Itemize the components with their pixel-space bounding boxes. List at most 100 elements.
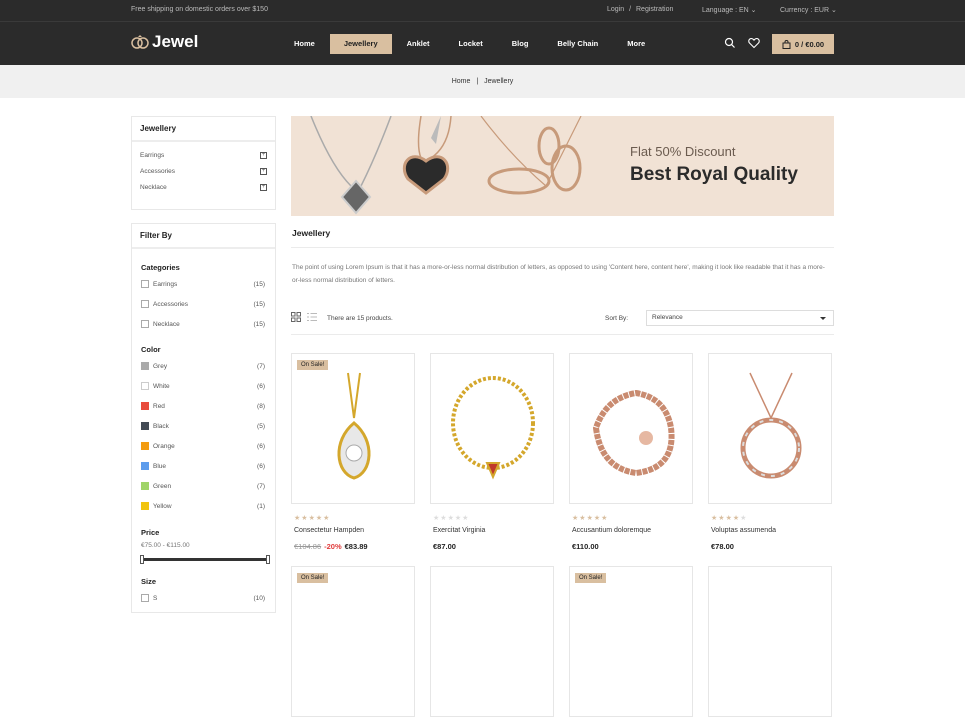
banner-title: Best Royal Quality [630,164,798,185]
price-range: €75.00 - €115.00 [141,542,190,549]
nav-locket[interactable]: Locket [445,34,497,54]
nav-more[interactable]: More [613,34,659,54]
filter-color-black[interactable]: Black (5) [141,422,265,434]
current-price: €110.00 [572,542,599,551]
shopping-bag-icon [782,39,791,49]
slider-handle-max[interactable] [266,555,270,564]
filter-color-yellow[interactable]: Yellow (1) [141,502,265,514]
star-icon: ★ [725,515,733,522]
sale-badge: On Sale! [575,573,607,583]
color-swatch [141,362,149,371]
color-swatch [141,402,149,411]
site-logo[interactable]: Jewel [130,32,198,52]
filter-color-white[interactable]: White (6) [141,382,265,394]
product-card[interactable] [569,353,693,504]
size-heading: Size [141,577,157,586]
old-price: €104.86 [294,542,322,551]
product-name[interactable]: Exercitat Virginia [433,527,485,534]
product-name[interactable]: Consectetur Hampden [294,527,364,534]
nav-jewellery[interactable]: Jewellery [329,34,392,54]
categories-heading: Categories [141,263,180,272]
caret-down-icon [820,317,826,320]
rating-stars: ★★★★★ [711,514,747,522]
product-card[interactable]: On Sale! [291,353,415,504]
product-card[interactable] [708,353,832,504]
cart-button[interactable]: 0 / €0.00 [772,34,834,54]
filter-color-orange[interactable]: Orange (6) [141,442,265,454]
promo-banner[interactable]: Flat 50% Discount Best Royal Quality [291,116,834,216]
product-name[interactable]: Accusantium doloremque [572,527,651,534]
filter-necklace[interactable]: Necklace (15) [141,320,265,332]
chevron-down-icon: ⌄ [750,7,757,14]
category-item[interactable]: Earrings + [140,148,267,164]
category-block-title: Jewellery [132,117,275,142]
checkbox [141,280,149,289]
product-card[interactable] [430,566,554,717]
star-icon: ★ [586,515,594,522]
price-slider[interactable] [140,555,270,564]
product-image[interactable] [437,368,549,480]
nav-belly-chain[interactable]: Belly Chain [543,34,612,54]
product-count: There are 15 products. [327,315,393,322]
filter-earrings[interactable]: Earrings (15) [141,280,265,292]
discount-label: -20% [324,542,342,551]
product-image[interactable] [576,368,688,480]
star-icon: ★ [740,515,748,522]
price-heading: Price [141,528,160,537]
product-image[interactable] [715,368,827,480]
product-card[interactable]: On Sale! [569,566,693,717]
expand-icon: + [260,168,267,175]
star-icon: ★ [447,515,455,522]
category-item[interactable]: Accessories + [140,164,267,180]
product-image[interactable] [298,368,410,480]
star-icon: ★ [323,515,331,522]
color-swatch [141,462,149,471]
expand-icon: + [260,152,267,159]
filter-color-red[interactable]: Red (8) [141,402,265,414]
grid-view-icon[interactable] [291,312,301,322]
category-item[interactable]: Necklace + [140,180,267,196]
rating-stars: ★★★★★ [433,514,469,522]
product-card[interactable]: On Sale! [291,566,415,717]
product-card[interactable] [708,566,832,717]
current-price: €78.00 [711,542,734,551]
filter-color-grey[interactable]: Grey (7) [141,362,265,374]
breadcrumb-current: Jewellery [484,78,514,85]
star-icon: ★ [462,515,470,522]
slider-handle-min[interactable] [140,555,144,564]
login-link[interactable]: Login [607,6,624,13]
filter-accessories[interactable]: Accessories (15) [141,300,265,312]
star-icon: ★ [601,515,609,522]
nav-home[interactable]: Home [280,34,329,54]
checkbox [141,594,149,603]
product-card[interactable] [430,353,554,504]
language-selector[interactable]: Language : EN ⌄ [702,6,757,14]
main-header: Jewel Home Jewellery Anklet Locket Blog … [0,21,965,65]
sale-badge: On Sale! [297,573,329,583]
product-price: €87.00 [433,542,456,551]
nav-blog[interactable]: Blog [498,34,543,54]
registration-link[interactable]: Registration [636,6,673,13]
star-icon: ★ [301,515,309,522]
currency-selector[interactable]: Currency : EUR ⌄ [780,6,837,14]
top-bar: Free shipping on domestic orders over $1… [0,0,965,21]
sort-select[interactable]: Relevance [646,310,834,326]
search-icon[interactable] [724,37,736,49]
product-name[interactable]: Voluptas assumenda [711,527,776,534]
page-title: Jewellery [292,228,331,238]
breadcrumb-home[interactable]: Home [452,78,471,85]
divider [291,334,834,335]
filter-block: Filter By Categories Earrings (15) Access… [131,223,276,613]
filter-size-s[interactable]: S (10) [141,594,265,606]
rating-stars: ★★★★★ [294,514,330,522]
nav-anklet[interactable]: Anklet [393,34,444,54]
product-toolbar: There are 15 products. Sort By: Relevanc… [291,309,834,329]
current-price: €83.89 [344,542,368,551]
filter-color-green[interactable]: Green (7) [141,482,265,494]
filter-color-blue[interactable]: Blue (6) [141,462,265,474]
rings-icon [131,35,149,49]
heart-icon[interactable] [748,37,760,49]
color-swatch [141,442,149,451]
list-view-icon[interactable] [307,312,317,322]
shipping-notice: Free shipping on domestic orders over $1… [131,6,268,13]
